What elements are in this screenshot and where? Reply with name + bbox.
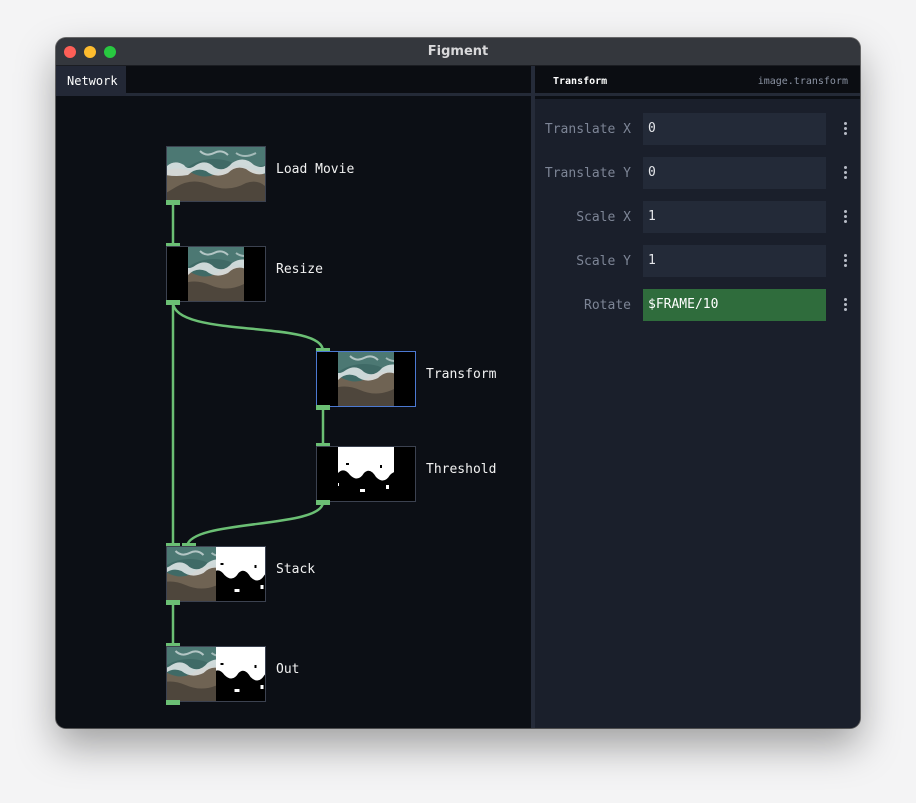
kebab-menu-icon[interactable] bbox=[839, 253, 851, 269]
param-field-scale-x[interactable]: 1 bbox=[643, 201, 826, 233]
param-field-translate-y[interactable]: 0 bbox=[643, 157, 826, 189]
param-field-rotate[interactable]: $FRAME/10 bbox=[643, 289, 826, 321]
param-label-translate-x: Translate X bbox=[544, 122, 631, 137]
param-label-scale-y: Scale Y bbox=[576, 254, 631, 269]
output-port[interactable] bbox=[166, 700, 180, 705]
node-thumbnail-left bbox=[167, 647, 216, 701]
node-transform[interactable] bbox=[316, 351, 416, 407]
window-title: Figment bbox=[427, 44, 489, 59]
node-thumbnail bbox=[188, 247, 244, 301]
node-label-stack: Stack bbox=[276, 562, 316, 577]
node-thumbnail-right bbox=[216, 647, 265, 701]
title-bar: Figment bbox=[56, 38, 860, 66]
kebab-menu-icon[interactable] bbox=[839, 297, 851, 313]
node-threshold[interactable] bbox=[316, 446, 416, 502]
param-label-translate-y: Translate Y bbox=[544, 166, 631, 181]
inspector-node-type: image.transform bbox=[757, 76, 848, 87]
node-label-threshold: Threshold bbox=[426, 462, 497, 477]
wire-resize-to-transform bbox=[171, 301, 325, 352]
node-stack[interactable] bbox=[166, 546, 266, 602]
node-thumbnail-right bbox=[216, 547, 265, 601]
app-window: Figment Network Load Movie Resize Transf… bbox=[56, 38, 860, 728]
kebab-menu-icon[interactable] bbox=[839, 165, 851, 181]
node-label-out: Out bbox=[276, 662, 300, 677]
node-thumbnail bbox=[167, 147, 265, 201]
node-resize[interactable] bbox=[166, 246, 266, 302]
node-thumbnail bbox=[338, 352, 394, 406]
param-field-translate-x[interactable]: 0 bbox=[643, 113, 826, 145]
node-thumbnail bbox=[338, 447, 394, 501]
node-out[interactable] bbox=[166, 646, 266, 702]
output-port[interactable] bbox=[166, 600, 180, 605]
output-port[interactable] bbox=[166, 300, 180, 305]
inspector-header: Transform image.transform bbox=[535, 66, 860, 96]
tab-network[interactable]: Network bbox=[56, 66, 126, 96]
output-port[interactable] bbox=[316, 500, 330, 505]
node-label-transform: Transform bbox=[426, 367, 497, 382]
output-port[interactable] bbox=[166, 200, 180, 205]
node-label-load-movie: Load Movie bbox=[276, 162, 355, 177]
node-thumbnail-left bbox=[167, 547, 216, 601]
param-label-scale-x: Scale X bbox=[576, 210, 631, 225]
node-label-resize: Resize bbox=[276, 262, 323, 277]
param-field-scale-y[interactable]: 1 bbox=[643, 245, 826, 277]
kebab-menu-icon[interactable] bbox=[839, 121, 851, 137]
network-tab-bar: Network bbox=[56, 66, 531, 96]
wire-threshold-to-stack bbox=[185, 501, 325, 547]
connection-wires bbox=[171, 202, 325, 646]
node-load-movie[interactable] bbox=[166, 146, 266, 202]
output-port[interactable] bbox=[316, 405, 330, 410]
inspector-panel: Translate X 0 Translate Y 0 Scale X 1 Sc… bbox=[535, 99, 860, 728]
inspector-title: Transform bbox=[553, 76, 608, 87]
kebab-menu-icon[interactable] bbox=[839, 209, 851, 225]
param-label-rotate: Rotate bbox=[584, 298, 631, 313]
network-canvas[interactable]: Load Movie Resize Transform Threshold St bbox=[56, 99, 531, 728]
